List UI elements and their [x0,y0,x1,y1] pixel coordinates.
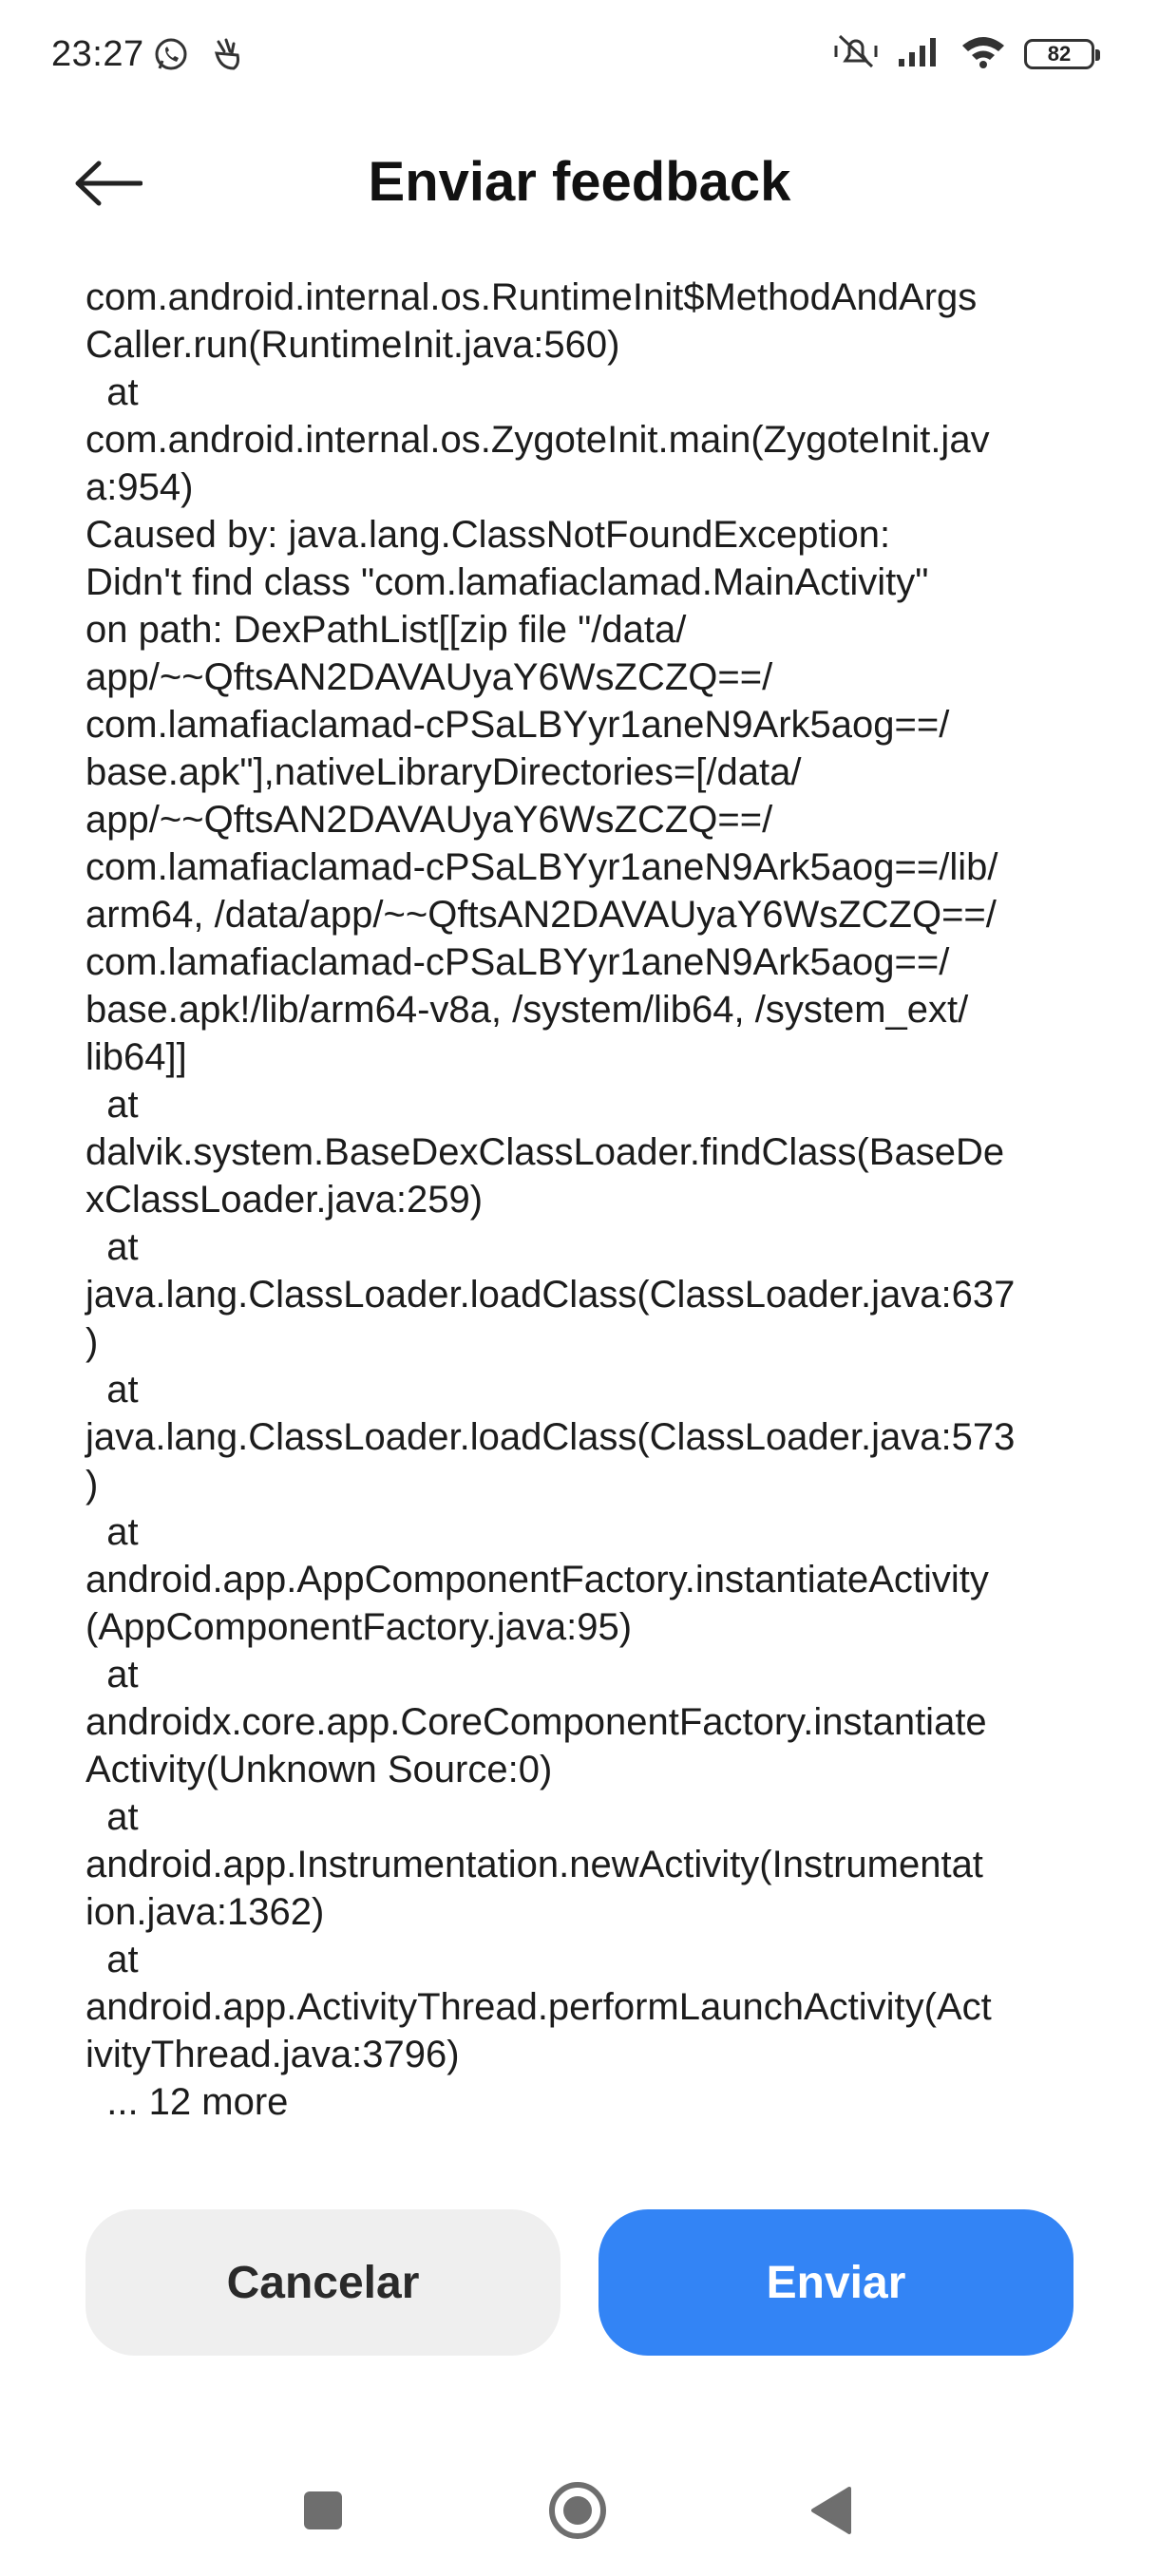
log-line: Caller.run(RuntimeInit.java:560) [86,324,620,366]
log-line: dalvik.system.BaseDexClassLoader.findCla… [86,1131,1005,1173]
log-line: at [86,1226,139,1268]
log-line: ) [86,1321,99,1363]
log-line: at [86,1796,139,1838]
battery-icon: 82 [1024,38,1100,69]
log-line: (AppComponentFactory.java:95) [86,1606,633,1648]
log-line: android.app.ActivityThread.performLaunch… [86,1986,992,2028]
log-line: java.lang.ClassLoader.loadClass(ClassLoa… [86,1274,1016,1316]
action-buttons: Cancelar Enviar [86,2209,1074,2356]
log-line: ion.java:1362) [86,1891,325,1933]
back-triangle-icon [809,2485,853,2541]
log-line: at [86,1939,139,1980]
status-bar: 23:27 82 [0,0,1159,114]
send-button[interactable]: Enviar [598,2209,1074,2356]
log-line: ) [86,1464,99,1506]
log-line: at [86,1369,139,1411]
log-line: ivityThread.java:3796) [86,2034,460,2075]
log-line: com.lamafiaclamad-cPSaLBYyr1aneN9Ark5aog… [86,941,950,983]
log-line: java.lang.ClassLoader.loadClass(ClassLoa… [86,1416,1016,1458]
home-circle-icon [547,2480,608,2546]
signal-icon [897,34,942,73]
navigation-bar [0,2460,1159,2555]
recents-square-icon [302,2490,344,2536]
log-line: app/~~QftsAN2DAVAUyaY6WsZCZQ==/ [86,799,773,841]
status-time: 23:27 [51,34,144,74]
silent-vibrate-icon [832,32,880,75]
log-line: at [86,1654,139,1695]
status-right-icons: 82 [832,32,1100,75]
log-line: at [86,1511,139,1553]
feedback-log-text: com.android.internal.os.RuntimeInit$Meth… [86,274,1083,2126]
log-line: com.android.internal.os.ZygoteInit.main(… [86,419,990,461]
cancel-button[interactable]: Cancelar [86,2209,560,2356]
wifi-icon [960,32,1007,75]
header: Enviar feedback [0,133,1159,237]
log-line: at [86,1084,139,1126]
log-line: Activity(Unknown Source:0) [86,1749,553,1790]
log-line: Caused by: java.lang.ClassNotFoundExcept… [86,514,891,556]
status-left-icons [152,36,243,79]
log-line: com.android.internal.os.RuntimeInit$Meth… [86,276,978,318]
nav-back-button[interactable] [798,2479,864,2546]
log-line: on path: DexPathList[[zip file "/data/ [86,609,687,651]
log-line: android.app.Instrumentation.newActivity(… [86,1844,983,1885]
log-line: Didn't find class "com.lamafiaclamad.Mai… [86,561,929,603]
log-line: androidx.core.app.CoreComponentFactory.i… [86,1701,987,1743]
log-line: a:954) [86,466,194,508]
log-line: base.apk!/lib/arm64-v8a, /system/lib64, … [86,989,969,1031]
log-line: base.apk"],nativeLibraryDirectories=[/da… [86,751,802,793]
log-line: at [86,371,139,413]
log-line: xClassLoader.java:259) [86,1179,484,1221]
home-button[interactable] [544,2479,611,2546]
log-line: lib64]] [86,1036,187,1078]
whatsapp-icon [152,36,190,79]
log-line: ... 12 more [86,2081,289,2123]
notification-icon [209,36,243,79]
page-title: Enviar feedback [368,151,791,213]
log-line: app/~~QftsAN2DAVAUyaY6WsZCZQ==/ [86,656,773,698]
log-line: android.app.AppComponentFactory.instanti… [86,1559,989,1601]
recents-button[interactable] [290,2479,356,2546]
log-line: com.lamafiaclamad-cPSaLBYyr1aneN9Ark5aog… [86,704,950,746]
log-line: com.lamafiaclamad-cPSaLBYyr1aneN9Ark5aog… [86,846,998,888]
log-line: arm64, /data/app/~~QftsAN2DAVAUyaY6WsZCZ… [86,894,997,936]
